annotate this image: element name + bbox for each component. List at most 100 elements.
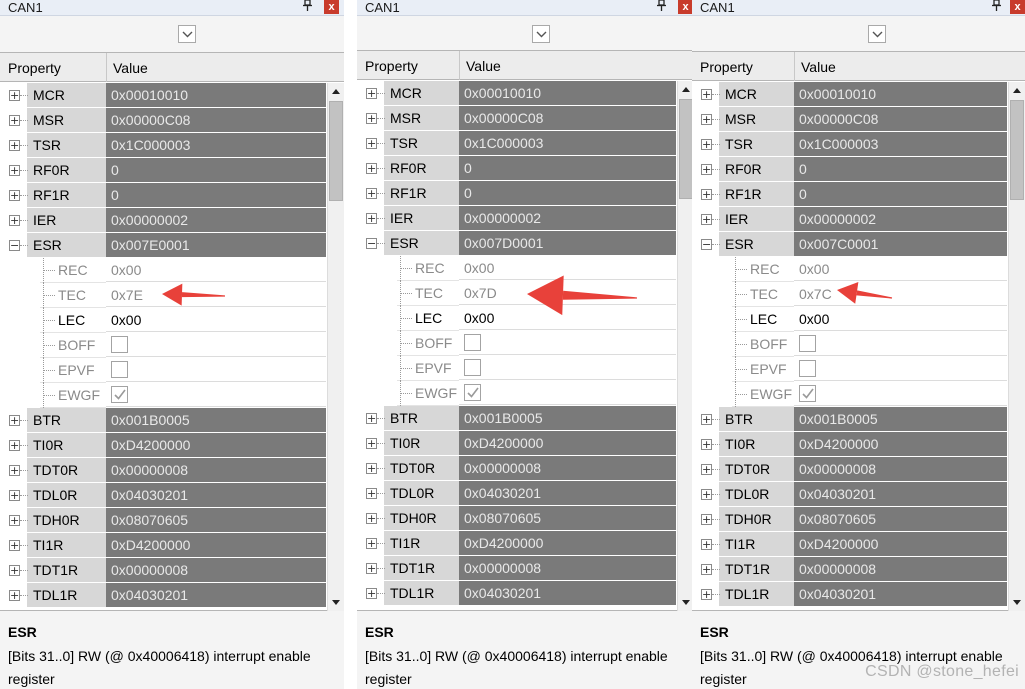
field-row[interactable]: LEC 0x00 bbox=[0, 308, 326, 333]
register-row[interactable]: + TDT0R 0x00000008 bbox=[0, 458, 326, 483]
register-value[interactable]: 0x00000008 bbox=[459, 556, 676, 580]
register-row[interactable]: + RF1R 0 bbox=[357, 181, 676, 206]
register-value[interactable]: 0x04030201 bbox=[459, 481, 676, 505]
column-header-property[interactable]: Property bbox=[700, 59, 753, 75]
register-value[interactable]: 0x00010010 bbox=[794, 82, 1007, 106]
register-row[interactable]: + MCR 0x00010010 bbox=[0, 83, 326, 108]
register-value[interactable]: 0x00000C08 bbox=[794, 107, 1007, 131]
field-row[interactable]: EPVF bbox=[0, 358, 326, 383]
field-value[interactable]: 0x00 bbox=[794, 257, 1007, 281]
register-row[interactable]: + TDL1R 0x04030201 bbox=[0, 583, 326, 608]
column-divider[interactable] bbox=[106, 53, 107, 82]
register-row[interactable]: + RF0R 0 bbox=[692, 157, 1007, 182]
register-value[interactable]: 0 bbox=[106, 183, 326, 207]
field-row[interactable]: TEC 0x7C bbox=[692, 282, 1007, 307]
checkbox-checked[interactable] bbox=[464, 384, 481, 401]
expand-icon[interactable]: + bbox=[366, 188, 377, 199]
field-row[interactable]: EWGF bbox=[0, 383, 326, 408]
register-row[interactable]: − ESR 0x007E0001 bbox=[0, 233, 326, 258]
register-row[interactable]: + TDL1R 0x04030201 bbox=[692, 582, 1007, 607]
register-value[interactable]: 0x08070605 bbox=[459, 506, 676, 530]
expand-icon[interactable]: + bbox=[9, 540, 20, 551]
register-value[interactable]: 0x04030201 bbox=[459, 581, 676, 605]
field-row[interactable]: LEC 0x00 bbox=[692, 307, 1007, 332]
expand-icon[interactable]: + bbox=[9, 590, 20, 601]
register-value[interactable]: 0xD4200000 bbox=[794, 432, 1007, 456]
checkbox-checked[interactable] bbox=[799, 385, 816, 402]
dropdown-button[interactable] bbox=[868, 25, 886, 43]
register-value[interactable]: 0xD4200000 bbox=[459, 431, 676, 455]
dropdown-button[interactable] bbox=[178, 25, 196, 43]
checkbox[interactable] bbox=[464, 334, 481, 351]
expand-icon[interactable]: + bbox=[366, 413, 377, 424]
field-value[interactable]: 0x00 bbox=[459, 256, 676, 280]
register-value[interactable]: 0x1C000003 bbox=[459, 131, 676, 155]
expand-icon[interactable]: + bbox=[366, 438, 377, 449]
register-value[interactable]: 0x00000C08 bbox=[106, 108, 326, 132]
field-value[interactable]: 0x00 bbox=[459, 306, 676, 330]
register-value[interactable]: 0x00000008 bbox=[794, 557, 1007, 581]
field-row[interactable]: TEC 0x7D bbox=[357, 281, 676, 306]
register-row[interactable]: + IER 0x00000002 bbox=[0, 208, 326, 233]
checkbox[interactable] bbox=[464, 359, 481, 376]
field-row[interactable]: BOFF bbox=[357, 331, 676, 356]
field-value[interactable]: 0x7C bbox=[794, 282, 1007, 306]
field-row[interactable]: REC 0x00 bbox=[0, 258, 326, 283]
column-divider[interactable] bbox=[459, 51, 460, 80]
expand-icon[interactable]: + bbox=[366, 163, 377, 174]
register-value[interactable]: 0x04030201 bbox=[106, 583, 326, 607]
register-row[interactable]: + TDL0R 0x04030201 bbox=[692, 482, 1007, 507]
register-row[interactable]: + TDH0R 0x08070605 bbox=[0, 508, 326, 533]
register-value[interactable]: 0x00000002 bbox=[459, 206, 676, 230]
register-row[interactable]: + BTR 0x001B0005 bbox=[0, 408, 326, 433]
field-value[interactable]: 0x00 bbox=[794, 307, 1007, 331]
close-button[interactable]: x bbox=[678, 0, 693, 14]
register-row[interactable]: + BTR 0x001B0005 bbox=[692, 407, 1007, 432]
checkbox[interactable] bbox=[111, 361, 128, 378]
register-row[interactable]: + RF1R 0 bbox=[692, 182, 1007, 207]
expand-icon[interactable]: + bbox=[366, 563, 377, 574]
register-row[interactable]: + RF0R 0 bbox=[357, 156, 676, 181]
expand-icon[interactable]: + bbox=[366, 463, 377, 474]
expand-icon[interactable]: + bbox=[9, 565, 20, 576]
checkbox[interactable] bbox=[799, 360, 816, 377]
expand-icon[interactable]: + bbox=[701, 489, 712, 500]
register-value[interactable]: 0 bbox=[459, 181, 676, 205]
register-value[interactable]: 0xD4200000 bbox=[459, 531, 676, 555]
register-value[interactable]: 0x00000008 bbox=[106, 558, 326, 582]
register-row[interactable]: + TDT0R 0x00000008 bbox=[692, 457, 1007, 482]
column-header-value[interactable]: Value bbox=[113, 60, 148, 76]
register-value[interactable]: 0x08070605 bbox=[106, 508, 326, 532]
expand-icon[interactable]: + bbox=[701, 589, 712, 600]
register-value[interactable]: 0x007C0001 bbox=[794, 232, 1007, 256]
expand-icon[interactable]: + bbox=[701, 89, 712, 100]
register-row[interactable]: + RF0R 0 bbox=[0, 158, 326, 183]
register-value[interactable]: 0x00000008 bbox=[106, 458, 326, 482]
register-value[interactable]: 0x08070605 bbox=[794, 507, 1007, 531]
field-row[interactable]: REC 0x00 bbox=[692, 257, 1007, 282]
register-value[interactable]: 0x001B0005 bbox=[106, 408, 326, 432]
expand-icon[interactable]: + bbox=[9, 515, 20, 526]
register-value[interactable]: 0x00010010 bbox=[106, 83, 326, 107]
scroll-up-button[interactable] bbox=[328, 83, 344, 100]
register-value[interactable]: 0x04030201 bbox=[106, 483, 326, 507]
register-row[interactable]: + TSR 0x1C000003 bbox=[357, 131, 676, 156]
register-value[interactable]: 0xD4200000 bbox=[794, 532, 1007, 556]
register-row[interactable]: + TDT0R 0x00000008 bbox=[357, 456, 676, 481]
register-value[interactable]: 0x00000008 bbox=[459, 456, 676, 480]
expand-icon[interactable]: + bbox=[366, 488, 377, 499]
register-value[interactable]: 0x00000C08 bbox=[459, 106, 676, 130]
register-value[interactable]: 0 bbox=[106, 158, 326, 182]
field-row[interactable]: BOFF bbox=[692, 332, 1007, 357]
collapse-icon[interactable]: − bbox=[701, 239, 712, 250]
expand-icon[interactable]: + bbox=[9, 440, 20, 451]
vertical-scrollbar[interactable] bbox=[327, 83, 344, 611]
field-value[interactable]: 0x7E bbox=[106, 283, 326, 307]
register-row[interactable]: + MSR 0x00000C08 bbox=[692, 107, 1007, 132]
pin-icon[interactable] bbox=[654, 0, 668, 14]
field-value[interactable]: 0x7D bbox=[459, 281, 676, 305]
scroll-thumb[interactable] bbox=[1010, 100, 1024, 200]
register-row[interactable]: + TDT1R 0x00000008 bbox=[0, 558, 326, 583]
register-value[interactable]: 0x00000002 bbox=[794, 207, 1007, 231]
expand-icon[interactable]: + bbox=[701, 189, 712, 200]
